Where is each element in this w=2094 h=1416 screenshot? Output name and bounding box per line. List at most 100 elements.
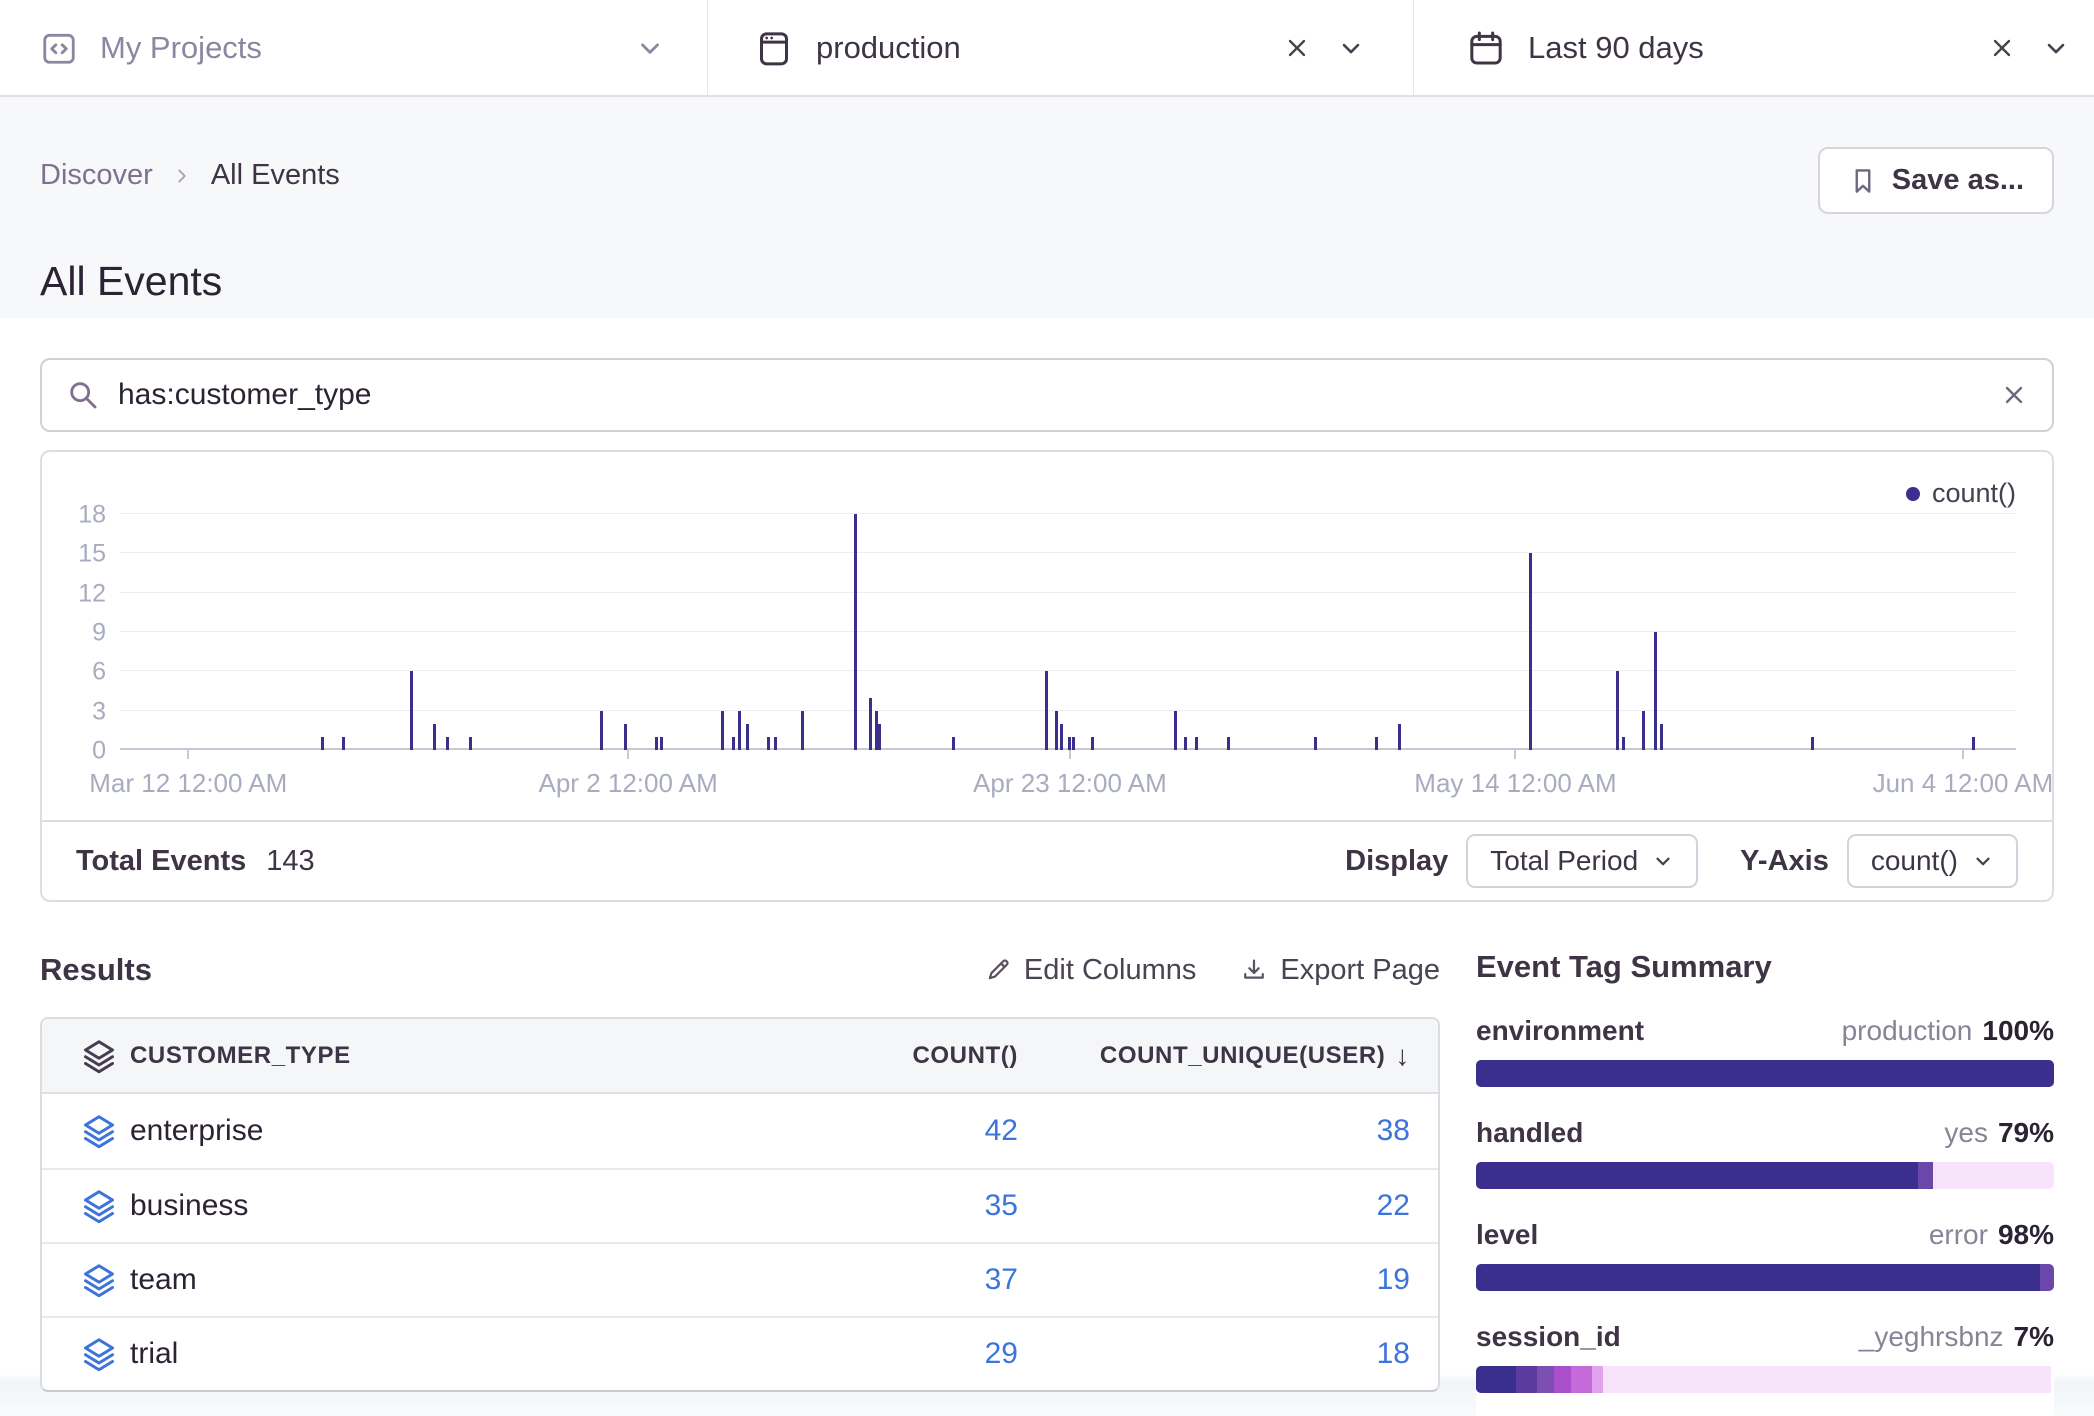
row-count-unique-link[interactable]: 38: [1377, 1114, 1410, 1148]
tag-distribution-bar[interactable]: [1476, 1060, 2054, 1087]
chart-bar[interactable]: [1660, 724, 1663, 750]
date-range-selector[interactable]: Last 90 days: [1413, 0, 2094, 95]
export-page-button[interactable]: Export Page: [1240, 954, 1440, 987]
chart-bar[interactable]: [1622, 737, 1625, 750]
chart-bar[interactable]: [1398, 724, 1401, 750]
chart-footer: Total Events 143 Display Total Period Y-…: [42, 820, 2052, 900]
chart-bar[interactable]: [732, 737, 735, 750]
breadcrumb-discover[interactable]: Discover: [40, 159, 153, 192]
tag-distribution-bar[interactable]: [1476, 1264, 2054, 1291]
events-chart-panel: count() 0369121518Mar 12 12:00 AMApr 2 1…: [40, 450, 2054, 902]
chart-bar[interactable]: [410, 671, 413, 750]
chart-bar[interactable]: [952, 737, 955, 750]
date-range-label: Last 90 days: [1528, 30, 1704, 66]
chart-bar[interactable]: [1045, 671, 1048, 750]
chart-bar[interactable]: [433, 724, 436, 750]
tag-name: session_id: [1476, 1321, 1621, 1353]
chart-bar[interactable]: [600, 711, 603, 750]
chart-bar[interactable]: [875, 711, 878, 750]
chart-bar[interactable]: [1972, 737, 1975, 750]
chart-bar[interactable]: [878, 724, 881, 750]
row-count-unique-link[interactable]: 19: [1377, 1263, 1410, 1297]
legend-label: count(): [1932, 478, 2016, 509]
chart-bar[interactable]: [655, 737, 658, 750]
chart-bar[interactable]: [1072, 737, 1075, 750]
row-count-unique-link[interactable]: 22: [1377, 1189, 1410, 1223]
layers-icon: [68, 1038, 130, 1074]
chevron-down-icon[interactable]: [635, 33, 665, 63]
tag-distribution-bar[interactable]: [1476, 1162, 2054, 1189]
chart-bar[interactable]: [1375, 737, 1378, 750]
chart-bar[interactable]: [1060, 724, 1063, 750]
row-count-link[interactable]: 29: [985, 1337, 1018, 1370]
gridline: [120, 710, 2016, 711]
search-input[interactable]: [118, 378, 2000, 412]
chevron-down-icon[interactable]: [2042, 34, 2070, 62]
chart-bar[interactable]: [1616, 671, 1619, 750]
row-customer-type: team: [130, 1263, 718, 1297]
x-axis-tick: [187, 750, 189, 759]
y-axis-tick-label: 9: [92, 619, 106, 648]
chart-bar[interactable]: [869, 698, 872, 750]
chart-bar[interactable]: [1811, 737, 1814, 750]
chart-bar[interactable]: [1195, 737, 1198, 750]
projects-icon: [40, 29, 78, 67]
tag-name: level: [1476, 1219, 1538, 1251]
chart-bar[interactable]: [738, 711, 741, 750]
chart-bar[interactable]: [767, 737, 770, 750]
chart-bar[interactable]: [342, 737, 345, 750]
layers-icon[interactable]: [68, 1113, 130, 1149]
y-axis-tick-label: 12: [78, 579, 106, 608]
row-customer-type: trial: [130, 1337, 718, 1371]
chart-bar[interactable]: [774, 737, 777, 750]
chart-bar[interactable]: [1055, 711, 1058, 750]
yaxis-dropdown[interactable]: count(): [1847, 834, 2018, 888]
chart-bar[interactable]: [801, 711, 804, 750]
tag-bar-segment: [1933, 1162, 2054, 1189]
environment-selector[interactable]: production: [707, 0, 1413, 95]
layers-icon[interactable]: [68, 1262, 130, 1298]
x-axis-tick: [1962, 750, 1964, 759]
row-count-unique-link[interactable]: 18: [1377, 1337, 1410, 1371]
column-header-count-unique[interactable]: COUNT_UNIQUE(USER) ↓: [1018, 1040, 1438, 1072]
chart-bar[interactable]: [854, 514, 857, 750]
layers-icon[interactable]: [68, 1336, 130, 1372]
save-as-button[interactable]: Save as...: [1818, 147, 2054, 214]
chart-bar[interactable]: [624, 724, 627, 750]
chart-bar[interactable]: [446, 737, 449, 750]
clear-environment-icon[interactable]: [1283, 34, 1311, 62]
chart-bar[interactable]: [660, 737, 663, 750]
chart-bar[interactable]: [1091, 737, 1094, 750]
chart-bar[interactable]: [1642, 711, 1645, 750]
chart-bar[interactable]: [1184, 737, 1187, 750]
chart-bar[interactable]: [321, 737, 324, 750]
chart-bar[interactable]: [746, 724, 749, 750]
edit-columns-button[interactable]: Edit Columns: [984, 954, 1196, 987]
chart-bar[interactable]: [469, 737, 472, 750]
column-header-customer-type[interactable]: CUSTOMER_TYPE: [130, 1042, 718, 1070]
row-count-link[interactable]: 37: [985, 1263, 1018, 1296]
chart-bar[interactable]: [1529, 553, 1532, 750]
clear-search-icon[interactable]: [2000, 381, 2028, 409]
row-count-link[interactable]: 35: [985, 1189, 1018, 1222]
breadcrumb-all-events: All Events: [211, 159, 340, 192]
chart-legend[interactable]: count(): [1906, 478, 2016, 509]
display-dropdown[interactable]: Total Period: [1466, 834, 1698, 888]
layers-icon[interactable]: [68, 1188, 130, 1224]
column-header-count[interactable]: COUNT(): [718, 1042, 1018, 1070]
chart-bar[interactable]: [1227, 737, 1230, 750]
clear-date-range-icon[interactable]: [1988, 34, 2016, 62]
tag-item: level error 98%: [1476, 1219, 2054, 1291]
tag-percent: 7%: [2014, 1321, 2054, 1353]
project-selector[interactable]: My Projects: [0, 0, 707, 95]
chart-bar[interactable]: [721, 711, 724, 750]
chart-bar[interactable]: [1654, 632, 1657, 750]
row-count-link[interactable]: 42: [985, 1114, 1018, 1147]
tag-distribution-bar[interactable]: [1476, 1366, 2054, 1393]
chart-bar[interactable]: [1314, 737, 1317, 750]
tag-name: handled: [1476, 1117, 1583, 1149]
chart-bar[interactable]: [1174, 711, 1177, 750]
export-page-label: Export Page: [1280, 954, 1440, 987]
chevron-down-icon[interactable]: [1337, 34, 1365, 62]
chart-bar[interactable]: [1068, 737, 1071, 750]
